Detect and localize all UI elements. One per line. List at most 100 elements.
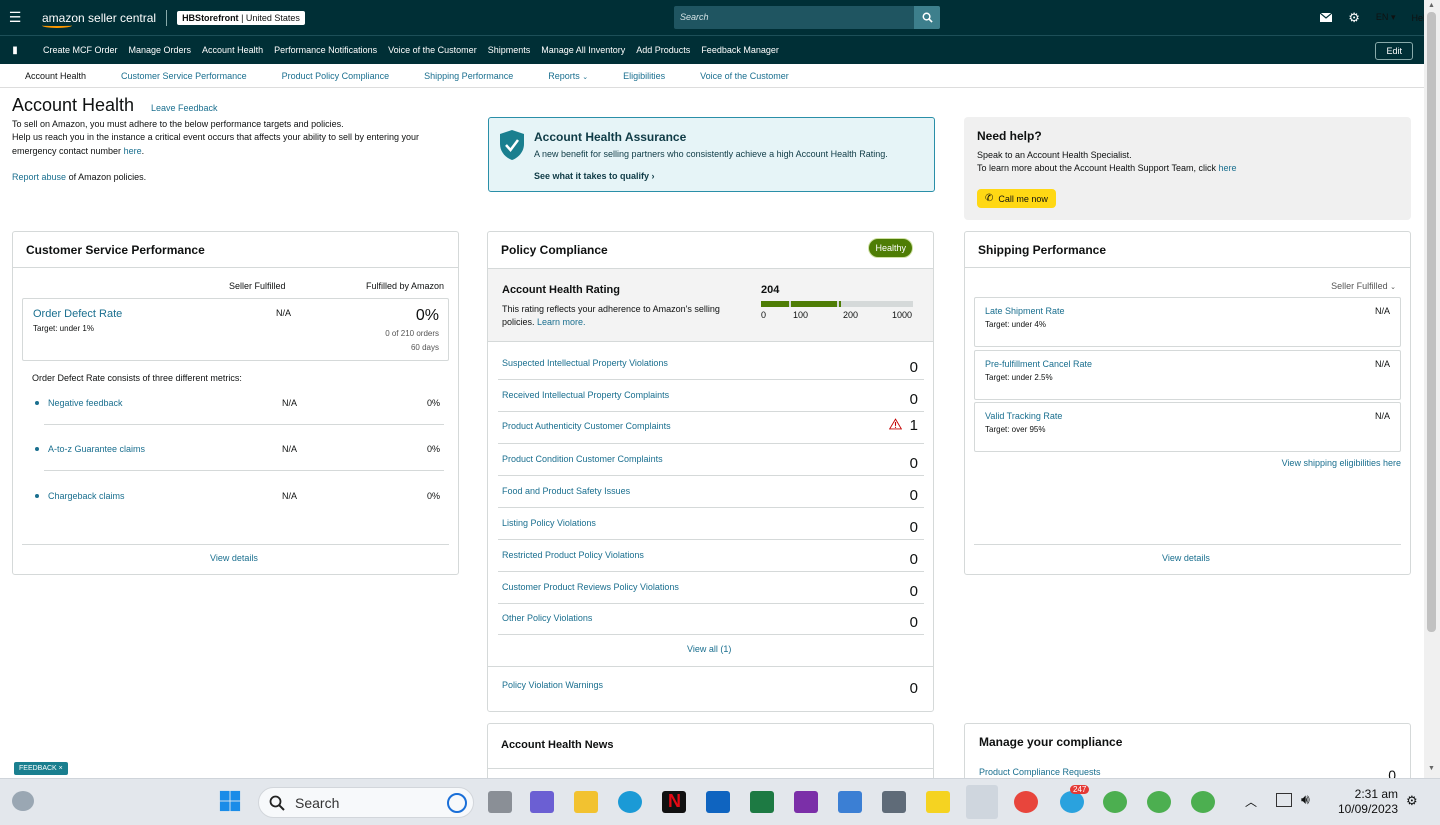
notification-icon[interactable]: ⚙ (1406, 793, 1418, 809)
snipping-tool-icon[interactable] (966, 785, 998, 819)
product-compliance-requests-link[interactable]: Product Compliance Requests (979, 767, 1101, 777)
edit-nav-button[interactable]: Edit (1375, 42, 1413, 60)
shipping-view-details-link[interactable]: View details (1162, 553, 1210, 563)
file-explorer-icon[interactable] (574, 791, 598, 813)
tab-voice-of-the-customer[interactable]: Voice of the Customer (700, 71, 789, 81)
policy-row-label[interactable]: Food and Product Safety Issues (502, 486, 630, 496)
policy-violation-warnings-link[interactable]: Policy Violation Warnings (502, 680, 603, 690)
policy-row[interactable]: Listing Policy Violations 0 (498, 508, 924, 540)
hamburger-menu-icon[interactable]: ☰ (0, 0, 30, 35)
page-scrollbar[interactable]: ▲ ▼ (1424, 0, 1440, 778)
telegram-icon[interactable]: 247 (1060, 785, 1090, 813)
scroll-up-icon[interactable]: ▲ (1428, 2, 1435, 9)
leave-feedback-link[interactable]: Leave Feedback (151, 103, 218, 113)
report-abuse-link[interactable]: Report abuse (12, 172, 66, 182)
gear-icon[interactable]: ⚙ (1348, 10, 1360, 26)
volume-icon[interactable]: 🔊︎ (1301, 791, 1310, 808)
seller-central-logo[interactable]: amazon seller central (42, 11, 156, 28)
windows-start-icon[interactable] (218, 790, 242, 812)
nav-item-account-health[interactable]: Account Health (202, 45, 263, 55)
cancel-rate-link[interactable]: Pre-fulfillment Cancel Rate (985, 359, 1092, 369)
policy-row[interactable]: Restricted Product Policy Violations 0 (498, 540, 924, 572)
manage-compliance-card: Manage your compliance Product Complianc… (964, 723, 1411, 783)
policy-row-label[interactable]: Received Intellectual Property Complaint… (502, 390, 669, 400)
shipping-eligibilities-link[interactable]: View shipping eligibilities here (1282, 458, 1401, 468)
policy-row-label[interactable]: Suspected Intellectual Property Violatio… (502, 358, 668, 368)
chrome-icon[interactable] (1014, 791, 1038, 813)
policy-row[interactable]: Product Condition Customer Complaints 0 (498, 444, 924, 476)
intro-line-2-text: Help us reach you in the instance a crit… (12, 132, 420, 156)
scroll-down-icon[interactable]: ▼ (1428, 765, 1435, 772)
policy-row[interactable]: Other Policy Violations 0 (498, 603, 924, 635)
negative-feedback-link[interactable]: Negative feedback (48, 398, 123, 408)
intro-line-1: To sell on Amazon, you must adhere to th… (12, 119, 344, 129)
netflix-icon[interactable]: N (662, 791, 686, 813)
valid-tracking-rate-link[interactable]: Valid Tracking Rate (985, 411, 1062, 421)
policy-row-label[interactable]: Other Policy Violations (502, 613, 592, 623)
policy-row-label[interactable]: Product Authenticity Customer Complaints (502, 421, 671, 431)
policy-row[interactable]: Food and Product Safety Issues 0 (498, 476, 924, 508)
nav-item-voice-of-the-customer[interactable]: Voice of the Customer (388, 45, 477, 55)
nav-item-performance-notifications[interactable]: Performance Notifications (274, 45, 377, 55)
search-button[interactable] (914, 6, 940, 29)
chrome-profile-icon[interactable] (1147, 791, 1171, 813)
chevron-up-icon[interactable]: ︿ (1245, 793, 1257, 810)
calculator-icon[interactable] (882, 791, 906, 813)
fulfillment-filter-dropdown[interactable]: Seller Fulfilled ⌄ (1331, 281, 1396, 291)
nav-item-add-products[interactable]: Add Products (636, 45, 690, 55)
metric-sf-value: N/A (282, 398, 298, 408)
tab-shipping-performance[interactable]: Shipping Performance (424, 71, 513, 81)
policy-view-all-link[interactable]: View all (1) (687, 644, 731, 654)
policy-row[interactable]: Suspected Intellectual Property Violatio… (498, 348, 924, 380)
policy-row[interactable]: Received Intellectual Property Complaint… (498, 380, 924, 412)
language-selector[interactable]: EN ▾ (1376, 12, 1396, 23)
policy-row-label[interactable]: Customer Product Reviews Policy Violatio… (502, 582, 679, 592)
nav-item-manage-orders[interactable]: Manage Orders (129, 45, 192, 55)
policy-row[interactable]: Product Authenticity Customer Complaints… (498, 412, 924, 444)
notepad-icon[interactable] (838, 791, 862, 813)
nav-item-shipments[interactable]: Shipments (488, 45, 531, 55)
onenote-icon[interactable] (794, 791, 818, 813)
weather-icon[interactable] (12, 791, 34, 811)
scrollbar-thumb[interactable] (1427, 12, 1436, 632)
policy-row-label[interactable]: Restricted Product Policy Violations (502, 550, 644, 560)
tab-eligibilities[interactable]: Eligibilities (623, 71, 665, 81)
nav-item-manage-all-inventory[interactable]: Manage All Inventory (541, 45, 625, 55)
tab-account-health[interactable]: Account Health (25, 71, 86, 81)
a-to-z-claims-link[interactable]: A-to-z Guarantee claims (48, 444, 145, 454)
taskbar-search[interactable]: Search (258, 787, 474, 818)
chrome-profile-icon[interactable] (1103, 791, 1127, 813)
chargeback-claims-link[interactable]: Chargeback claims (48, 491, 125, 501)
order-defect-rate-link[interactable]: Order Defect Rate (33, 308, 122, 320)
sticky-notes-icon[interactable] (926, 791, 950, 813)
outlook-icon[interactable] (706, 791, 730, 813)
mail-icon[interactable] (1320, 13, 1333, 22)
late-shipment-rate-link[interactable]: Late Shipment Rate (985, 306, 1065, 316)
help-here-link[interactable]: here (1218, 163, 1236, 173)
policy-row-label[interactable]: Listing Policy Violations (502, 518, 596, 528)
store-switcher[interactable]: HBStorefront | United States (177, 10, 305, 25)
call-me-now-button[interactable]: ✆ Call me now (977, 189, 1056, 208)
excel-icon[interactable] (750, 791, 774, 813)
search-input[interactable]: Search (674, 6, 914, 29)
nav-item-create-mcf-order[interactable]: Create MCF Order (43, 45, 118, 55)
task-view-icon[interactable] (488, 791, 512, 813)
nav-item-feedback-manager[interactable]: Feedback Manager (701, 45, 779, 55)
aha-qualify-link[interactable]: See what it takes to qualify › (534, 171, 655, 181)
tab-reports[interactable]: Reports ⌄ (548, 71, 588, 81)
chrome-profile-icon[interactable] (1191, 791, 1215, 813)
tab-product-policy-compliance[interactable]: Product Policy Compliance (282, 71, 390, 81)
teams-meet-icon[interactable] (530, 791, 554, 813)
network-icon[interactable] (1276, 793, 1292, 807)
policy-row[interactable]: Customer Product Reviews Policy Violatio… (498, 572, 924, 604)
edge-icon[interactable] (618, 791, 642, 813)
policy-row-label[interactable]: Product Condition Customer Complaints (502, 454, 663, 464)
search-bar[interactable]: Search (674, 6, 940, 29)
ahr-learn-more-link[interactable]: Learn more. (537, 317, 586, 327)
csp-view-details-link[interactable]: View details (210, 553, 258, 563)
emergency-contact-link[interactable]: here (124, 146, 142, 156)
bookmark-icon[interactable]: ▮ (0, 45, 30, 56)
clock[interactable]: 2:31 am 10/09/2023 (1330, 787, 1398, 817)
tab-customer-service-performance[interactable]: Customer Service Performance (121, 71, 247, 81)
feedback-tab[interactable]: FEEDBACK × (14, 762, 68, 775)
